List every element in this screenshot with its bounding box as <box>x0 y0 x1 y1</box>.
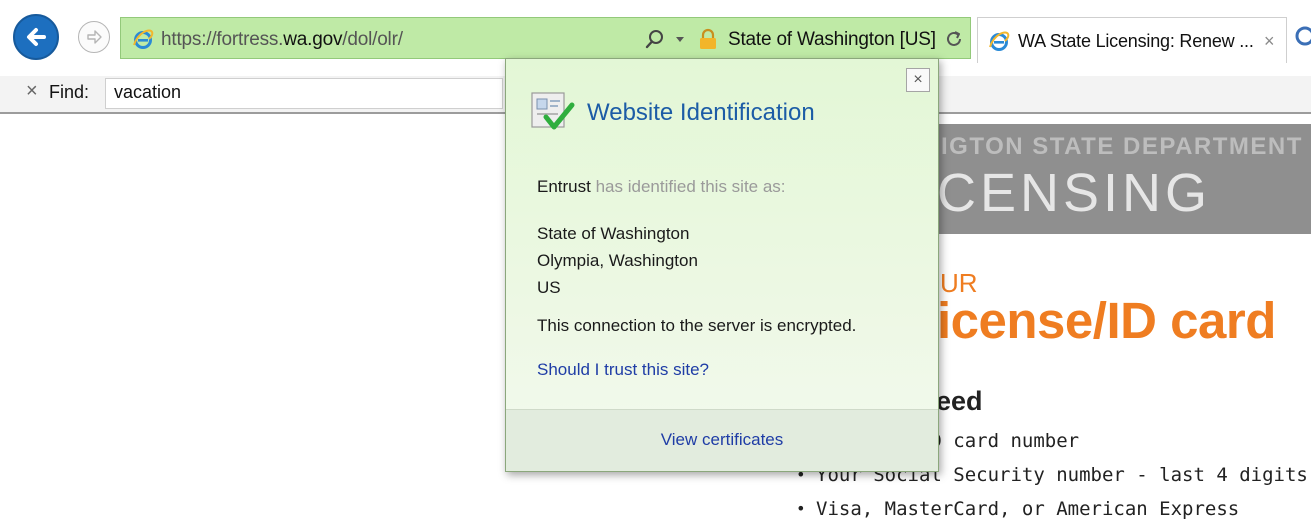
refresh-icon[interactable] <box>943 28 965 50</box>
search-icon[interactable] <box>643 27 667 51</box>
encryption-note: This connection to the server is encrypt… <box>537 316 857 335</box>
popup-title: Website Identification <box>587 99 815 126</box>
certificate-issuer: Entrust <box>537 177 591 196</box>
back-button[interactable] <box>13 14 59 60</box>
organization-block: State of Washington Olympia, Washington … <box>537 220 698 301</box>
view-certificates-link[interactable]: View certificates <box>506 430 938 450</box>
trust-site-link[interactable]: Should I trust this site? <box>537 360 709 380</box>
list-item: Visa, MasterCard, or American Express <box>796 492 1308 524</box>
popup-footer: View certificates <box>506 409 938 471</box>
identity-line: Entrust has identified this site as: <box>537 177 786 197</box>
new-tab-icon[interactable] <box>1294 25 1311 47</box>
certificate-check-icon <box>531 92 575 130</box>
find-bar-close-button[interactable]: × <box>26 80 38 103</box>
dept-licensing-line: CENSING <box>937 163 1212 223</box>
internet-explorer-icon <box>133 29 154 49</box>
internet-explorer-icon <box>989 31 1010 51</box>
tab-wa-state-licensing[interactable]: WA State Licensing: Renew ... × <box>977 17 1287 63</box>
tab-close-button[interactable]: × <box>1264 31 1275 52</box>
find-input[interactable]: vacation <box>105 78 503 109</box>
close-icon: × <box>913 71 923 88</box>
forward-arrow-icon <box>87 30 102 44</box>
what-you-need-heading: eed <box>936 386 983 416</box>
find-label: Find: <box>49 82 90 102</box>
website-identification-popup: × Website Identification Entrust has ide… <box>505 58 939 472</box>
tab-title: WA State Licensing: Renew ... <box>1018 31 1254 51</box>
identity-text: has identified this site as: <box>595 177 786 196</box>
search-dropdown-icon[interactable] <box>676 37 684 42</box>
lock-icon[interactable] <box>698 28 718 50</box>
url-text[interactable]: https://fortress.wa.gov/dol/olr/ <box>161 29 403 51</box>
dept-header-banner: IGTON STATE DEPARTMENT OF CENSING <box>900 124 1311 234</box>
organization-name: State of Washington <box>537 224 690 243</box>
page-title: icense/ID card <box>937 292 1276 349</box>
dept-name-line: IGTON STATE DEPARTMENT OF <box>941 133 1311 160</box>
organization-location: Olympia, Washington <box>537 251 698 270</box>
address-bar[interactable]: https://fortress.wa.gov/dol/olr/ State o… <box>120 17 971 59</box>
forward-button[interactable] <box>78 21 110 53</box>
back-arrow-icon <box>27 28 46 46</box>
organization-country: US <box>537 278 561 297</box>
certificate-label[interactable]: State of Washington [US] <box>728 29 936 51</box>
popup-close-button[interactable]: × <box>906 68 930 92</box>
